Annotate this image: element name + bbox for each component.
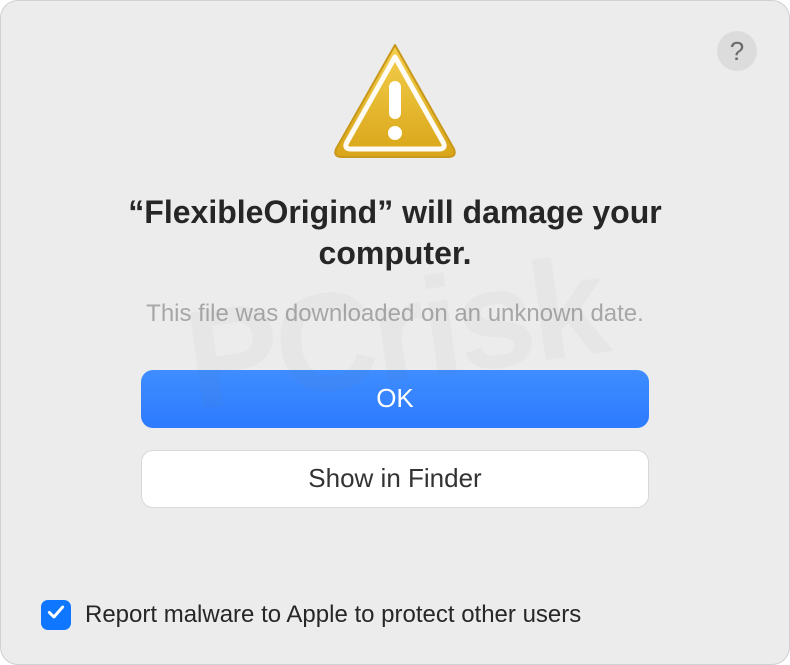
dialog-content: “FlexibleOrigind” will damage your compu… — [1, 192, 789, 328]
report-malware-label: Report malware to Apple to protect other… — [85, 601, 581, 629]
report-malware-row: Report malware to Apple to protect other… — [41, 600, 749, 630]
dialog-title: “FlexibleOrigind” will damage your compu… — [61, 192, 729, 274]
checkmark-icon — [46, 601, 66, 629]
malware-warning-dialog: PCrisk ? “FlexibleOrigind” will damage y… — [0, 0, 790, 665]
dialog-subtitle: This file was downloaded on an unknown d… — [61, 300, 729, 328]
report-malware-checkbox[interactable] — [41, 600, 71, 630]
show-in-finder-button[interactable]: Show in Finder — [141, 450, 649, 508]
help-button[interactable]: ? — [717, 31, 757, 71]
ok-button[interactable]: OK — [141, 370, 649, 428]
warning-icon-container — [1, 39, 789, 164]
warning-triangle-icon — [330, 39, 460, 164]
button-group: OK Show in Finder — [1, 370, 789, 508]
